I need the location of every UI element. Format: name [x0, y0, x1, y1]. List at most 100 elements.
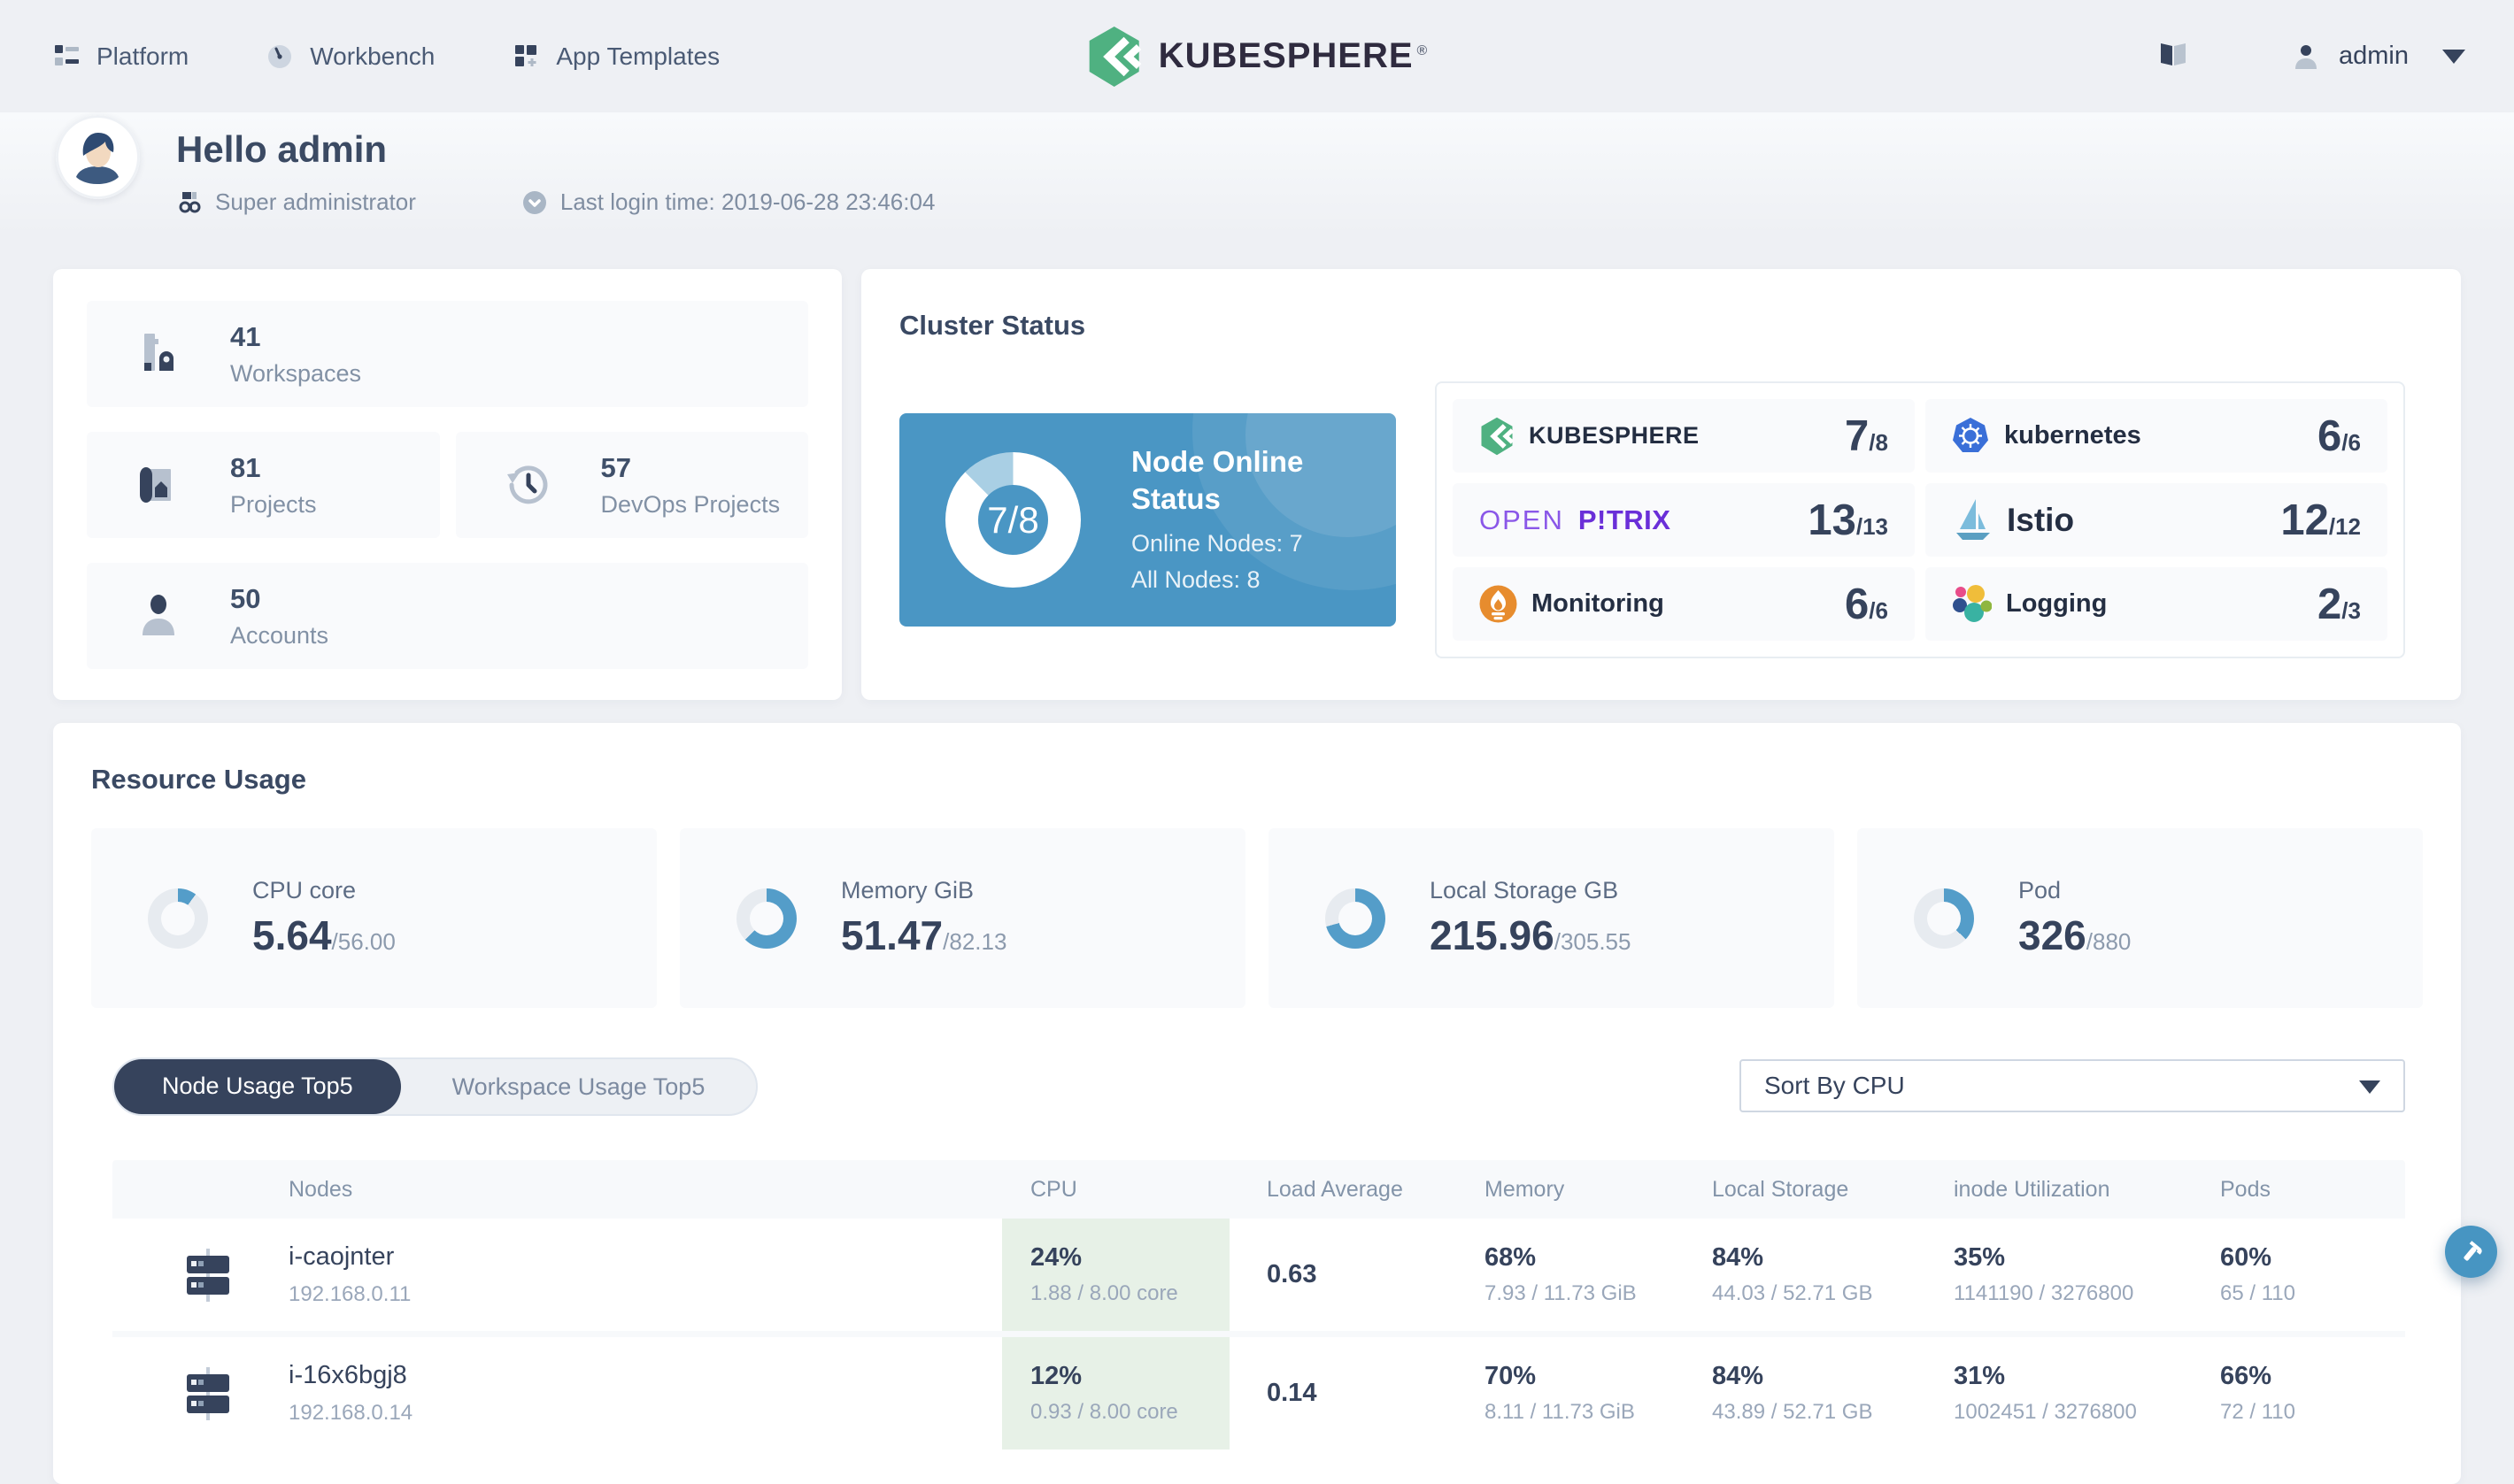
last-login-icon — [522, 190, 546, 214]
node-online-info: Node Online Status Online Nodes: 7 All N… — [1131, 443, 1353, 594]
last-login-meta: Last login time: 2019-06-28 23:46:04 — [522, 188, 936, 216]
gauge-value: 215.96305.55 — [1430, 911, 1631, 959]
gauge-memory: Memory GiB 51.4782.13 — [680, 828, 1245, 1008]
stat-tile-accounts[interactable]: 50 Accounts — [87, 563, 808, 669]
stat-value: 41 — [230, 320, 261, 352]
component-name: Logging — [2006, 589, 2108, 618]
component-logo: OPEN P!TRIX — [1479, 504, 1671, 535]
user-menu[interactable]: admin — [2293, 42, 2465, 71]
node-online-status-panel: 7/8 Node Online Status Online Nodes: 7 A… — [899, 413, 1396, 627]
pods-cell: 66% 72 / 110 — [2220, 1362, 2295, 1424]
gauge-text: CPU core 5.6456.00 — [252, 877, 396, 959]
top-nav: Platform Workbench App Templates KUBESPH… — [0, 0, 2514, 112]
workspaces-icon — [144, 334, 174, 371]
stat-text: 81 Projects — [230, 452, 317, 519]
gauge-pod: Pod 326880 — [1857, 828, 2423, 1008]
nav-item-workbench[interactable]: Workbench — [266, 42, 435, 71]
component-count: 66 — [1845, 580, 1888, 629]
column-header-load-average: Load Average — [1267, 1176, 1403, 1202]
cpu-percent: 12% — [1030, 1362, 1083, 1390]
memory-cell: 68% 7.93 / 11.73 GiB — [1484, 1243, 1637, 1305]
kubernetes-icon — [1953, 418, 1988, 452]
gauge-label: Pod — [2018, 877, 2062, 903]
monitoring-icon — [1479, 585, 1517, 623]
nav-right: admin — [2158, 0, 2465, 112]
cpu-cell: 12% 0.93 / 8.00 core — [1002, 1337, 1230, 1449]
resource-usage-card: Resource Usage CPU core 5.6456.00 Memory… — [53, 723, 2461, 1484]
avatar-illustration — [56, 115, 140, 199]
memory-donut — [736, 888, 797, 949]
gauge-value: 5.6456.00 — [252, 911, 396, 959]
stat-label: Workspaces — [230, 359, 362, 387]
component-kubesphere: KUBESPHERE 78 — [1453, 399, 1915, 473]
accounts-icon — [143, 595, 174, 635]
pods-cell: 60% 65 / 110 — [2220, 1243, 2295, 1305]
tab-workspace-usage-top5[interactable]: Workspace Usage Top5 — [401, 1060, 757, 1113]
node-cell: i-caojnter 192.168.0.11 — [112, 1242, 1002, 1307]
inode-utilization-cell: 31% 1002451 / 3276800 — [1954, 1362, 2137, 1424]
app-templates-icon — [515, 45, 537, 66]
projects-icon — [140, 467, 171, 503]
role-label: Super administrator — [215, 188, 416, 215]
nav-item-platform[interactable]: Platform — [53, 42, 189, 71]
hammer-icon — [2463, 1240, 2482, 1261]
openpitrix-logo-text: OPEN — [1479, 504, 1564, 535]
local-storage-donut — [1325, 888, 1385, 949]
column-header-inode-utilization: inode Utilization — [1954, 1176, 2110, 1202]
chevron-down-icon — [2359, 1080, 2380, 1094]
stat-text: 41 Workspaces — [230, 321, 361, 388]
stat-label: Accounts — [230, 621, 329, 649]
overview-stats-card: 41 Workspaces 81 Projects 57 DevOps Proj… — [53, 269, 842, 700]
component-logo: Monitoring — [1479, 585, 1664, 623]
resource-usage-title: Resource Usage — [91, 764, 306, 795]
component-count: 78 — [1845, 411, 1888, 461]
node-usage-table: Nodes CPU Load Average Memory Local Stor… — [112, 1160, 2405, 1449]
stat-tile-devops-projects[interactable]: 57 DevOps Projects — [455, 432, 808, 538]
component-name: KUBESPHERE — [1529, 422, 1700, 449]
inode-utilization-cell: 35% 1141190 / 3276800 — [1954, 1243, 2134, 1305]
component-istio: Istio 1212 — [1925, 483, 2387, 557]
last-login-label: Last login time: 2019-06-28 23:46:04 — [559, 188, 936, 215]
node-online-donut: 7/8 — [945, 452, 1081, 588]
component-logo: KUBESPHERE — [1479, 417, 1700, 456]
tab-node-usage-top5[interactable]: Node Usage Top5 — [114, 1059, 401, 1114]
cpu-donut — [148, 888, 208, 949]
component-logging: Logging 23 — [1925, 567, 2387, 641]
toolbox-fab-button[interactable] — [2445, 1226, 2497, 1278]
role-meta: Super administrator — [178, 188, 416, 216]
registered-mark: ® — [1416, 42, 1429, 58]
gauge-cpu: CPU core 5.6456.00 — [91, 828, 657, 1008]
node-name[interactable]: i-caojnter — [289, 1242, 1002, 1272]
nav-item-app-templates[interactable]: App Templates — [513, 42, 720, 71]
stat-tile-projects[interactable]: 81 Projects — [87, 432, 440, 538]
stat-tile-workspaces[interactable]: 41 Workspaces — [87, 301, 808, 407]
node-name[interactable]: i-16x6bgj8 — [289, 1361, 1002, 1390]
table-row[interactable]: i-caojnter 192.168.0.11 24% 1.88 / 8.00 … — [112, 1219, 2405, 1331]
usage-tabs: Node Usage Top5 Workspace Usage Top5 — [112, 1057, 759, 1116]
role-icon — [179, 192, 201, 213]
column-header-local-storage: Local Storage — [1712, 1176, 1849, 1202]
page-title: Hello admin — [176, 128, 388, 170]
load-average-cell: 0.63 — [1267, 1260, 1317, 1288]
table-row[interactable]: i-16x6bgj8 192.168.0.14 12% 0.93 / 8.00 … — [112, 1337, 2405, 1449]
all-nodes-label: All Nodes: 8 — [1131, 566, 1261, 594]
gauge-value: 51.4782.13 — [841, 911, 1006, 959]
sort-by-select[interactable]: Sort By CPU — [1739, 1059, 2405, 1112]
component-name: Istio — [2007, 501, 2075, 538]
nav-label: Workbench — [310, 42, 436, 70]
memory-cell: 70% 8.11 / 11.73 GiB — [1484, 1362, 1635, 1424]
user-icon — [2295, 44, 2317, 69]
node-online-ratio: 7/8 — [987, 498, 1039, 541]
component-openpitrix: OPENP!TRIX 1313 — [1453, 483, 1915, 557]
node-online-title: Node Online Status — [1131, 445, 1304, 516]
table-header: Nodes CPU Load Average Memory Local Stor… — [112, 1160, 2405, 1219]
platform-icon — [55, 45, 79, 65]
docs-button[interactable] — [2158, 40, 2188, 73]
kubesphere-logo[interactable]: KUBESPHERE ® — [1086, 0, 1429, 112]
kubesphere-icon — [1481, 417, 1515, 455]
workbench-icon — [268, 45, 292, 68]
column-header-nodes: Nodes — [289, 1176, 353, 1202]
brand-text: KUBESPHERE ® — [1158, 36, 1429, 75]
component-count: 66 — [2317, 411, 2361, 461]
column-header-pods: Pods — [2220, 1176, 2271, 1202]
